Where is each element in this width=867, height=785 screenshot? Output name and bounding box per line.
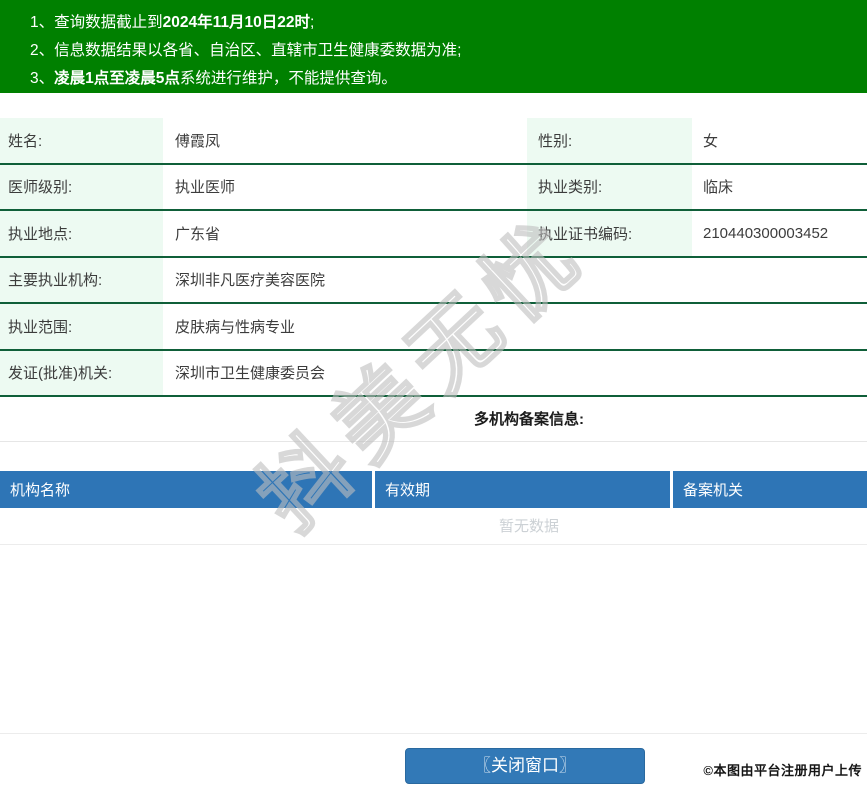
filing-section-title: 多机构备案信息:: [0, 397, 867, 442]
table-row: 执业地点: 广东省 执业证书编码: 210440300003452: [0, 211, 867, 258]
query-result-page: 1、查询数据截止到2024年11月10日22时; 2、信息数据结果以各省、自治区…: [0, 0, 867, 785]
no-data-placeholder: 暂无数据: [0, 508, 867, 545]
notice-2-text: 2、信息数据结果以各省、自治区、直辖市卫生健康委数据为准;: [30, 42, 462, 59]
field-value-practice-scope: 皮肤病与性病专业: [175, 318, 296, 336]
field-value-name: 傅霞凤: [175, 132, 221, 150]
column-header-institution-name: 机构名称: [0, 471, 375, 508]
table-row: 主要执业机构: 深圳非凡医疗美容医院: [0, 257, 867, 304]
table-row: 医师级别: 执业医师 执业类别: 临床: [0, 164, 867, 211]
notice-1-bold: 2024年11月10日22时: [162, 14, 310, 31]
table-row: 发证(批准)机关: 深圳市卫生健康委员会: [0, 350, 867, 397]
table-row: 姓名: 傅霞凤 性别: 女: [0, 118, 867, 165]
doctor-info-table: 姓名: 傅霞凤 性别: 女 医师级别: 执业医师 执业类别: 临床 执业地点: …: [0, 118, 867, 397]
table-row: 执业范围: 皮肤病与性病专业: [0, 304, 867, 351]
field-value-practice-category: 临床: [703, 179, 734, 197]
column-header-validity-period: 有效期: [375, 471, 673, 508]
field-label-certificate-no: 执业证书编码:: [527, 211, 692, 256]
field-value-practice-place: 广东省: [175, 225, 221, 243]
field-label-practice-scope: 执业范围:: [0, 304, 163, 349]
field-label-practice-category: 执业类别:: [527, 164, 692, 209]
notice-3-suffix: 系统进行维护，不能提供查询。: [179, 70, 397, 87]
field-label-issuing-authority: 发证(批准)机关:: [0, 350, 163, 395]
field-label-gender: 性别:: [527, 118, 692, 163]
field-value-doctor-level: 执业医师: [175, 179, 236, 197]
notice-1-text: 1、查询数据截止到: [30, 14, 163, 31]
field-value-certificate-no: 210440300003452: [703, 224, 829, 242]
field-label-doctor-level: 医师级别:: [0, 164, 163, 209]
column-header-filing-authority: 备案机关: [683, 482, 744, 499]
field-label-name: 姓名:: [0, 118, 163, 163]
field-label-main-institution: 主要执业机构:: [0, 257, 163, 302]
notice-3-text: 3、: [30, 70, 55, 87]
notice-line-2: 2、信息数据结果以各省、自治区、直辖市卫生健康委数据为准;: [30, 37, 867, 65]
field-value-main-institution: 深圳非凡医疗美容医院: [175, 272, 326, 290]
field-label-practice-place: 执业地点:: [0, 211, 163, 256]
field-value-gender: 女: [703, 132, 719, 150]
uploaded-by-caption: ©本图由平台注册用户上传: [703, 763, 862, 778]
filing-table-header: 机构名称 有效期 备案机关: [0, 471, 867, 508]
notice-banner: 1、查询数据截止到2024年11月10日22时; 2、信息数据结果以各省、自治区…: [0, 0, 867, 93]
field-value-issuing-authority: 深圳市卫生健康委员会: [175, 365, 326, 383]
notice-3-bold: 凌晨1点至凌晨5点: [54, 70, 180, 87]
notice-line-1: 1、查询数据截止到2024年11月10日22时;: [30, 9, 867, 37]
notice-line-3: 3、凌晨1点至凌晨5点系统进行维护，不能提供查询。: [30, 65, 867, 93]
notice-1-suffix: ;: [309, 14, 315, 31]
close-window-button[interactable]: 〖关闭窗口〗: [405, 748, 645, 784]
footer-divider: [0, 733, 867, 734]
